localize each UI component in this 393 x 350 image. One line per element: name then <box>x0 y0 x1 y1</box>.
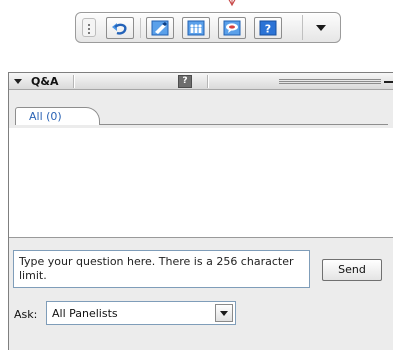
question-compose-area: Type your question here. There is a 256 … <box>9 239 393 350</box>
toolbar-grip-handle[interactable] <box>82 18 96 37</box>
qa-panel-header[interactable]: Q&A ? <box>9 73 393 90</box>
header-divider <box>207 75 208 88</box>
undo-arrow-icon <box>112 23 127 35</box>
ask-recipient-select[interactable]: All Panelists <box>46 301 236 325</box>
participants-icon <box>187 20 205 36</box>
minimize-icon[interactable] <box>384 81 393 83</box>
tab-strip: All (0) <box>9 91 393 127</box>
floating-toolbar: ? <box>75 12 341 43</box>
help-icon: ? <box>259 20 277 36</box>
header-grip-line <box>279 81 381 82</box>
question-input[interactable]: Type your question here. There is a 256 … <box>13 250 310 288</box>
annotate-button[interactable] <box>146 17 174 39</box>
panel-help-icon[interactable]: ? <box>178 75 192 88</box>
chat-icon <box>223 20 241 36</box>
annotate-icon <box>151 20 169 36</box>
chat-button[interactable] <box>218 17 246 39</box>
help-icon-glyph: ? <box>265 23 271 36</box>
panel-title: Q&A <box>31 75 59 88</box>
chevron-down-icon <box>316 25 326 31</box>
header-divider <box>73 75 74 88</box>
help-toolbar-button[interactable]: ? <box>254 17 282 39</box>
tab-all-label: All (0) <box>29 110 62 123</box>
header-grip-line <box>279 79 381 80</box>
toolbar-dropdown-button[interactable] <box>302 15 338 40</box>
pointer-marker-icon <box>228 0 236 7</box>
collapse-arrow-icon[interactable] <box>14 79 22 84</box>
tab-all[interactable]: All (0) <box>15 107 100 125</box>
questions-list[interactable] <box>9 128 393 238</box>
header-grip-line <box>279 83 381 84</box>
select-dropdown-icon[interactable] <box>215 304 233 322</box>
ask-select-value: All Panelists <box>52 307 118 320</box>
undo-button[interactable] <box>106 17 134 39</box>
participants-button[interactable] <box>182 17 210 39</box>
qa-panel: Q&A ? All (0) Type your question here. T… <box>8 72 393 350</box>
send-button[interactable]: Send <box>322 259 382 281</box>
ask-label: Ask: <box>14 308 38 321</box>
